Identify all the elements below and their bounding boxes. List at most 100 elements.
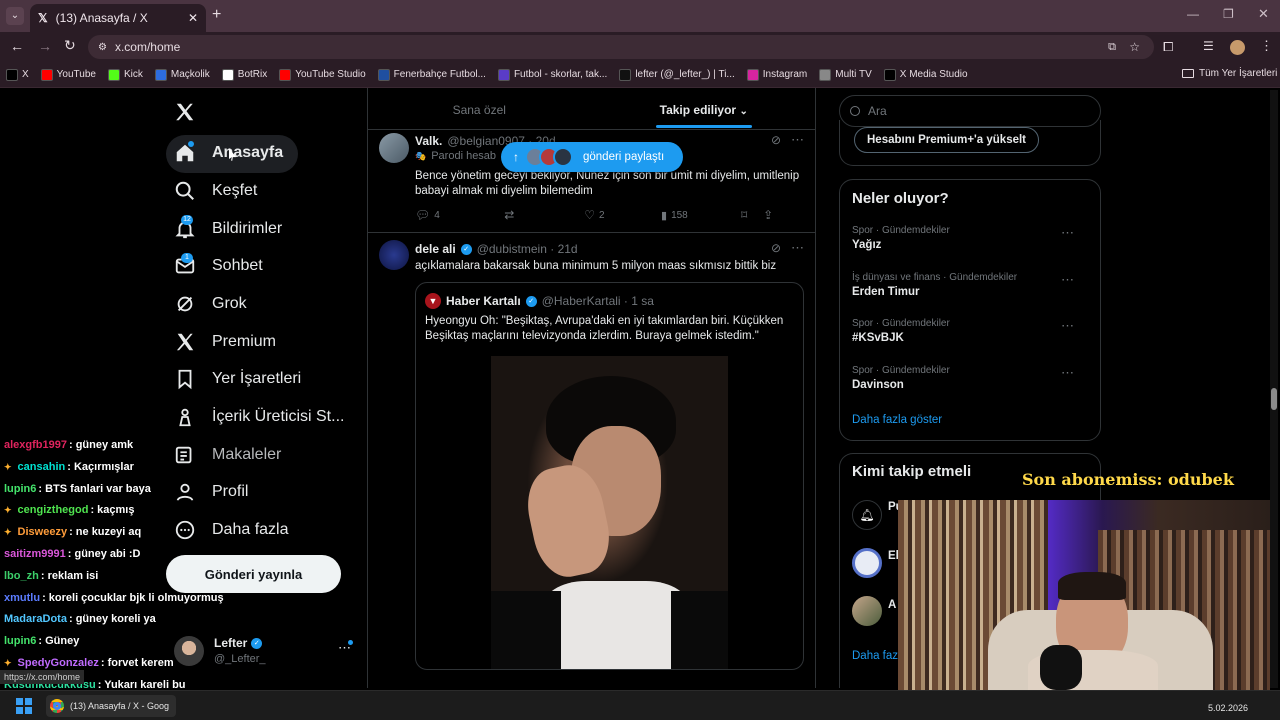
tweet-avatar[interactable] bbox=[379, 133, 409, 163]
browser-menu-icon[interactable]: ⋮ bbox=[1260, 38, 1273, 54]
upgrade-premium-button[interactable]: Hesabını Premium+'a yükselt bbox=[854, 127, 1040, 153]
windows-start-icon[interactable] bbox=[16, 698, 32, 714]
address-bar[interactable]: ⚙ x.com/home ⧉ ☆ bbox=[88, 35, 1154, 59]
tweet-author-name[interactable]: dele ali bbox=[415, 242, 456, 256]
retweet-icon[interactable]: ⇄ bbox=[504, 208, 584, 222]
bookmark-icon[interactable]: ⌑ bbox=[741, 208, 763, 222]
tab-following[interactable]: Takip ediliyor ⌄ bbox=[592, 94, 817, 129]
parody-label: Parodi hesab bbox=[431, 150, 497, 162]
verified-icon: ✓ bbox=[251, 637, 263, 649]
chat-text: : koreli çocuklar bjk li olmuyormuş bbox=[42, 591, 224, 604]
quoted-tweet-photo[interactable] bbox=[491, 356, 728, 669]
nav-item-yer-i-şaretleri[interactable]: Yer İşaretleri bbox=[174, 361, 301, 397]
bookmark-item[interactable]: X Media Studio bbox=[883, 68, 968, 81]
bookmark-item[interactable]: Futbol - skorlar, tak... bbox=[497, 68, 607, 81]
new-tab-button[interactable]: + bbox=[212, 6, 221, 24]
bookmark-item[interactable]: Maçkolik bbox=[154, 68, 210, 81]
bookmark-item[interactable]: BotRix bbox=[221, 68, 267, 81]
forward-button[interactable]: → bbox=[38, 38, 52, 54]
trend-more-icon[interactable]: ⋯ bbox=[1061, 272, 1074, 288]
chat-username: Disweezy bbox=[17, 526, 68, 539]
browser-tab-active[interactable]: 𝕏 (13) Anasayfa / X ✕ bbox=[30, 4, 206, 32]
close-window-button[interactable]: ✕ bbox=[1258, 6, 1269, 22]
bookmark-item[interactable]: YouTube Studio bbox=[279, 68, 366, 81]
bookmark-label: YouTube bbox=[56, 69, 96, 80]
bookmark-icon bbox=[174, 368, 196, 390]
media-controls-icon[interactable]: ☰ bbox=[1203, 39, 1214, 53]
chat-message: ✦ cengizthegod: kaçmış bbox=[4, 504, 134, 516]
bookmark-item[interactable]: Kick bbox=[107, 68, 143, 81]
bookmark-label: Maçkolik bbox=[170, 69, 210, 80]
show-more-link-2[interactable]: Daha faz bbox=[852, 650, 898, 662]
new-posts-pill[interactable]: ↑ gönderi paylaştı bbox=[501, 142, 683, 172]
nav-item-premium[interactable]: Premium bbox=[174, 324, 276, 360]
tweet-text: Bence yönetim geceyi bekliyor, Nunez içi… bbox=[415, 170, 800, 197]
nav-item-makaleler[interactable]: Makaleler bbox=[174, 437, 281, 473]
trend-more-icon[interactable]: ⋯ bbox=[1061, 365, 1074, 381]
bookmark-item[interactable]: Multi TV bbox=[819, 68, 872, 81]
minimize-button[interactable]: — bbox=[1187, 7, 1199, 21]
like-icon[interactable]: ♡ bbox=[584, 208, 595, 222]
suggestion-avatar[interactable] bbox=[852, 548, 882, 578]
tweet-more-icon[interactable]: ⋯ bbox=[791, 240, 804, 256]
suggestion-avatar[interactable]: 🔔︎ bbox=[852, 500, 882, 530]
trend-category: Spor · Gündemdekiler bbox=[852, 318, 950, 329]
nav-item-keşfet[interactable]: Keşfet bbox=[174, 173, 257, 209]
maximize-button[interactable]: ❐ bbox=[1223, 7, 1234, 21]
extensions-icon[interactable]: ⧠ bbox=[1163, 39, 1173, 55]
bookmark-label: Instagram bbox=[762, 69, 808, 80]
chat-text: : Kaçırmışlar bbox=[67, 460, 134, 473]
install-app-icon[interactable]: ⧉ bbox=[1108, 41, 1116, 54]
webcam-overlay bbox=[898, 500, 1270, 690]
close-tab-icon[interactable]: ✕ bbox=[188, 11, 198, 25]
bookmark-item[interactable]: X bbox=[6, 68, 29, 81]
bookmark-item[interactable]: Instagram bbox=[746, 68, 808, 81]
account-switcher[interactable]: Lefter ✓ @_Lefter_ ⋯ bbox=[174, 634, 358, 670]
trend-item[interactable]: Spor · Gündemdekiler #KSvBJK ⋯ bbox=[852, 318, 1088, 344]
grok-analyze-icon[interactable]: ⊘ bbox=[771, 241, 781, 255]
bookmark-item[interactable]: YouTube bbox=[40, 68, 96, 81]
trend-more-icon[interactable]: ⋯ bbox=[1061, 225, 1074, 241]
profile-avatar[interactable] bbox=[1230, 40, 1245, 55]
site-info-icon[interactable]: ⚙ bbox=[98, 42, 107, 53]
tab-for-you[interactable]: Sana özel bbox=[367, 94, 592, 129]
all-bookmarks-folder[interactable]: Tüm Yer İşaretleri bbox=[1182, 68, 1277, 79]
chrome-taskbar-button[interactable]: (13) Anasayfa / X - Goog bbox=[46, 695, 176, 717]
nav-item-label: Makaleler bbox=[212, 446, 282, 463]
nav-item-grok[interactable]: Grok bbox=[174, 286, 247, 322]
profile-icon bbox=[174, 481, 196, 503]
chat-message: MadaraDota: güney koreli ya bbox=[4, 613, 156, 625]
tweet-author-name[interactable]: Valk. bbox=[415, 134, 442, 148]
tweet-author-handle[interactable]: @dubistmein · 21d bbox=[477, 242, 578, 256]
trend-item[interactable]: Spor · Gündemdekiler Davinson ⋯ bbox=[852, 365, 1088, 391]
messages-badge: 1 bbox=[181, 253, 193, 263]
tweet[interactable]: dele ali ✓ @dubistmein · 21d ⊘ ⋯ açıklam… bbox=[368, 234, 815, 689]
quoted-tweet[interactable]: ▼ Haber Kartalı ✓ @HaberKartali · 1 sa H… bbox=[415, 282, 804, 670]
reload-button[interactable]: ↻ bbox=[64, 37, 76, 54]
views-icon[interactable]: ▮ bbox=[661, 209, 667, 222]
grok-analyze-icon[interactable]: ⊘ bbox=[771, 133, 781, 147]
photo-jacket bbox=[671, 591, 728, 669]
notifications-badge: 12 bbox=[181, 215, 193, 225]
share-icon[interactable]: ⇪ bbox=[763, 208, 773, 222]
suggestion-avatar[interactable] bbox=[852, 596, 882, 626]
trend-more-icon[interactable]: ⋯ bbox=[1061, 318, 1074, 334]
tweet-avatar[interactable] bbox=[379, 240, 409, 270]
trend-item[interactable]: İş dünyası ve finans · Gündemdekiler Erde… bbox=[852, 272, 1088, 298]
bookmark-star-icon[interactable]: ☆ bbox=[1129, 40, 1140, 54]
post-button[interactable]: Gönderi yayınla bbox=[166, 555, 341, 593]
suggestion-name[interactable]: A bbox=[888, 599, 896, 611]
scrollbar-thumb[interactable] bbox=[1271, 388, 1277, 410]
tab-search-button[interactable]: ⌄ bbox=[6, 7, 24, 25]
trend-item[interactable]: Spor · Gündemdekiler Yağız ⋯ bbox=[852, 225, 1088, 251]
nav-item-profil[interactable]: Profil bbox=[174, 474, 248, 510]
x-logo-icon[interactable] bbox=[174, 101, 196, 123]
bookmark-item[interactable]: lefter (@_lefter_) | Ti... bbox=[619, 68, 735, 81]
tweet-more-icon[interactable]: ⋯ bbox=[791, 132, 804, 148]
bookmark-item[interactable]: Fenerbahçe Futbol... bbox=[377, 68, 486, 81]
reply-icon[interactable]: 💬︎ bbox=[415, 208, 430, 222]
back-button[interactable]: ← bbox=[10, 38, 24, 54]
nav-item-daha-fazla[interactable]: Daha fazla bbox=[174, 512, 289, 548]
nav-item-i-çerik-üreticisi-st-[interactable]: İçerik Üreticisi St... bbox=[174, 399, 344, 435]
show-more-link[interactable]: Daha fazla göster bbox=[852, 414, 942, 426]
